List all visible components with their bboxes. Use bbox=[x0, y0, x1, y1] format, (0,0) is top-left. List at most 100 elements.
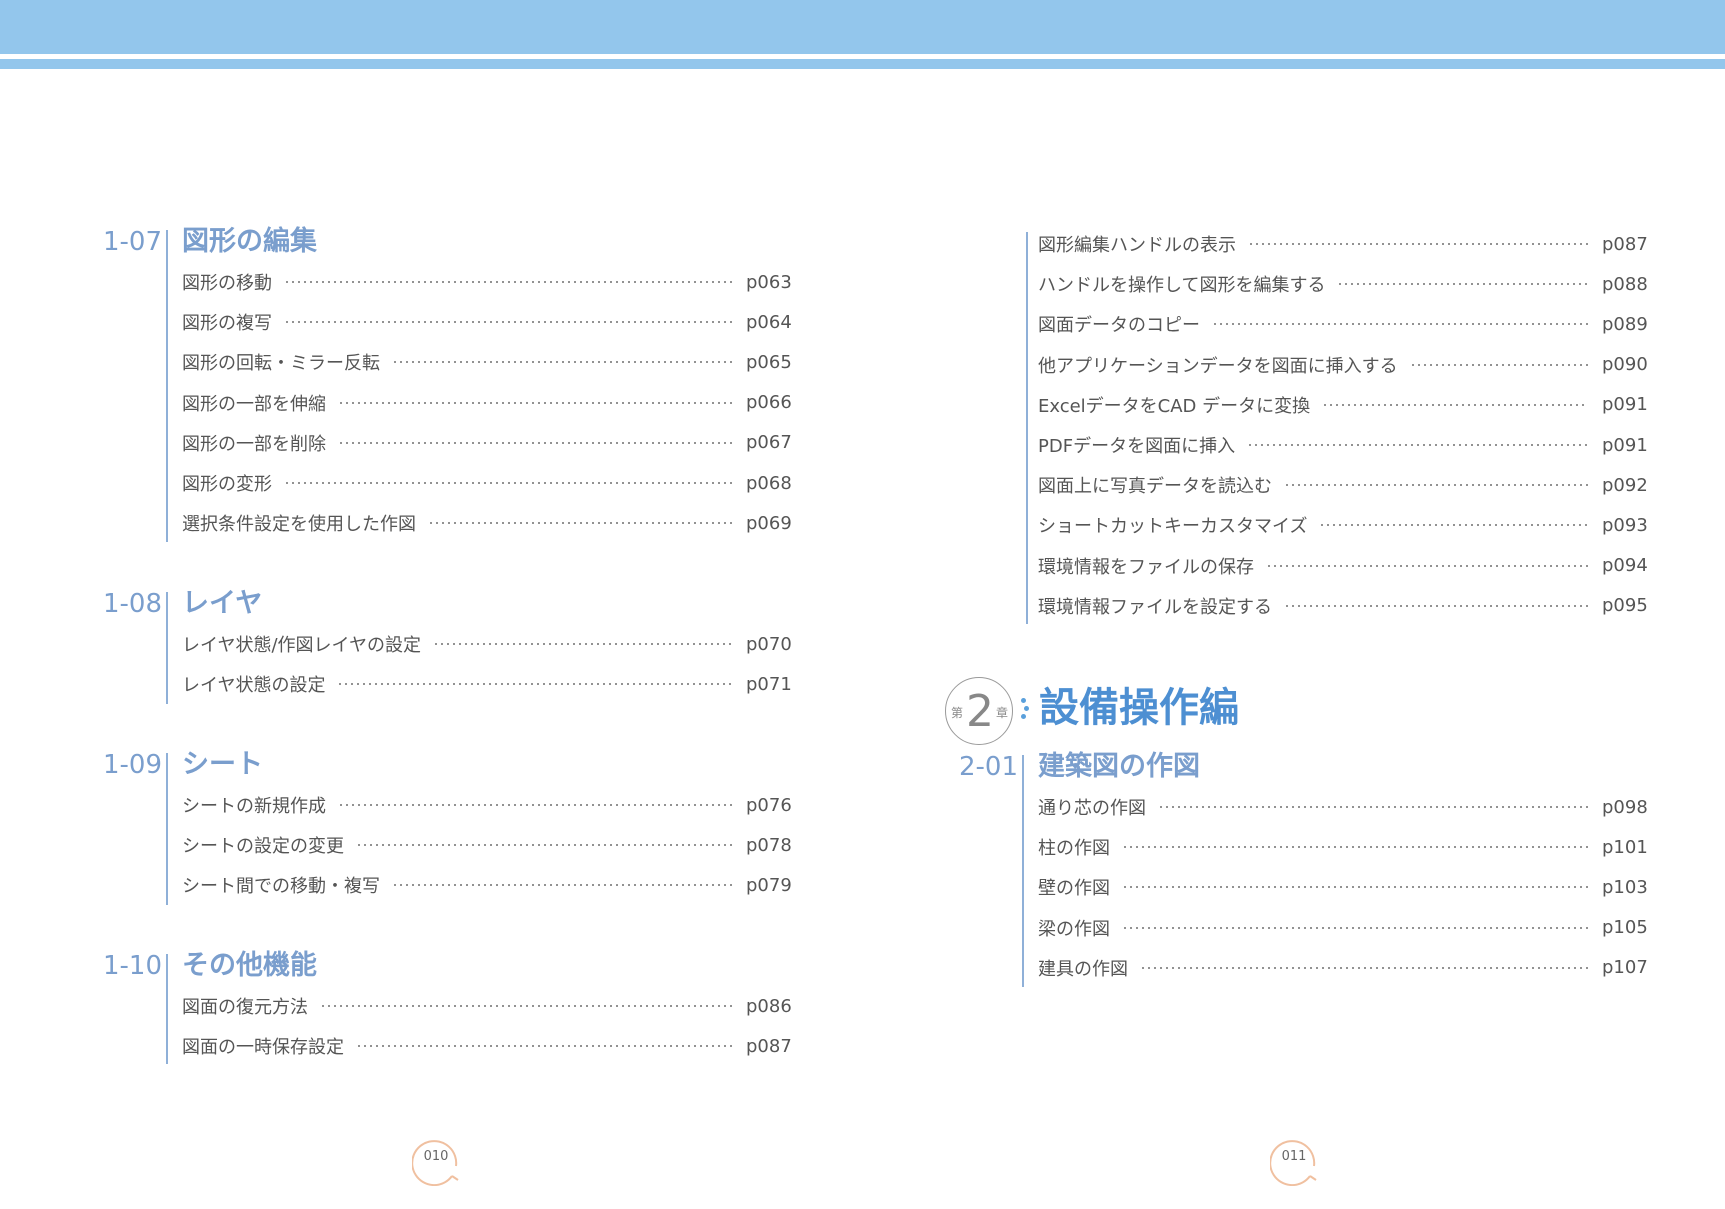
section-number: 2-01 bbox=[958, 752, 1018, 782]
toc-entry[interactable]: 図形の複写 p064 bbox=[182, 302, 792, 342]
toc-section-1-07: 1-07 図形の編集 図形の移動 p063 図形の複写 p064 図形の回転・ミラー… bbox=[100, 222, 792, 543]
page-number-text: 011 bbox=[1281, 1149, 1307, 1164]
toc-entry-page: p078 bbox=[746, 834, 792, 856]
toc-entry[interactable]: ショートカットキーカスタマイズ p093 bbox=[1038, 505, 1648, 545]
section-number: 1-09 bbox=[102, 750, 162, 780]
toc-entry-page: p091 bbox=[1602, 394, 1648, 416]
toc-entry[interactable]: 図面データのコピー p089 bbox=[1038, 304, 1648, 344]
toc-entry-label: シート間での移動・複写 bbox=[182, 876, 380, 898]
toc-entry[interactable]: 壁の作図 p103 bbox=[1038, 867, 1648, 907]
toc-entry-page: p067 bbox=[746, 432, 792, 454]
section-bar bbox=[166, 954, 168, 1064]
toc-entry-label: 図形の複写 bbox=[182, 313, 272, 335]
toc-entry[interactable]: ExcelデータをCAD データに変換 p091 bbox=[1038, 385, 1648, 425]
toc-entry[interactable]: 建具の作図 p107 bbox=[1038, 948, 1648, 988]
toc-entry[interactable]: 梁の作図 p105 bbox=[1038, 908, 1648, 948]
section-bar bbox=[1026, 232, 1028, 624]
toc-entry-page: p070 bbox=[746, 633, 792, 655]
leader-dots bbox=[1337, 283, 1588, 286]
toc-entry-page: p105 bbox=[1602, 917, 1648, 939]
toc-entry[interactable]: シートの新規作成 p076 bbox=[182, 785, 792, 825]
toc-entry-label: ハンドルを操作して図形を編集する bbox=[1038, 275, 1326, 297]
leader-dots bbox=[432, 643, 732, 646]
section-number: 1-08 bbox=[102, 589, 162, 619]
leader-dots bbox=[338, 401, 732, 404]
toc-entry-page: p094 bbox=[1602, 555, 1648, 577]
toc-entry-page: p089 bbox=[1602, 313, 1648, 335]
toc-entry[interactable]: 環境情報をファイルの保存 p094 bbox=[1038, 546, 1648, 586]
toc-entry[interactable]: 図形編集ハンドルの表示 p087 bbox=[1038, 224, 1648, 264]
leader-dots bbox=[1284, 484, 1588, 487]
toc-entry-label: 図形編集ハンドルの表示 bbox=[1038, 235, 1236, 257]
toc-section-1-08: 1-08 レイヤ レイヤ状態/作図レイヤの設定 p070 レイヤ状態の設定 p071 bbox=[100, 584, 792, 704]
leader-dots bbox=[320, 1005, 732, 1008]
toc-entry[interactable]: 図形の移動 p063 bbox=[182, 262, 792, 302]
section-title: 建築図の作図 bbox=[1038, 751, 1200, 782]
toc-entry[interactable]: 図形の一部を伸縮 p066 bbox=[182, 383, 792, 423]
toc-entry-label: 他アプリケーションデータを図面に挿入する bbox=[1038, 355, 1398, 377]
toc-entry[interactable]: シートの設定の変更 p078 bbox=[182, 825, 792, 865]
header-stripe bbox=[0, 59, 1725, 69]
toc-entry[interactable]: 図形の一部を削除 p067 bbox=[182, 423, 792, 463]
leader-dots bbox=[1322, 403, 1588, 406]
toc-entry-page: p071 bbox=[746, 673, 792, 695]
leader-dots bbox=[1409, 363, 1588, 366]
chapter-heading: 第 2 章 設備操作編 bbox=[945, 674, 1445, 748]
page-number-text: 010 bbox=[423, 1149, 449, 1164]
toc-entry[interactable]: 環境情報ファイルを設定する p095 bbox=[1038, 586, 1648, 626]
toc-entry[interactable]: 柱の作図 p101 bbox=[1038, 827, 1648, 867]
leader-dots bbox=[1212, 323, 1588, 326]
toc-entry-page: p087 bbox=[746, 1035, 792, 1057]
leader-dots bbox=[1122, 886, 1588, 889]
toc-entry[interactable]: シート間での移動・複写 p079 bbox=[182, 865, 792, 905]
toc-entry-page: p066 bbox=[746, 392, 792, 414]
toc-entry[interactable]: レイヤ状態/作図レイヤの設定 p070 bbox=[182, 624, 792, 664]
toc-entry-page: p079 bbox=[746, 874, 792, 896]
section-bar bbox=[166, 592, 168, 704]
toc-entry[interactable]: 選択条件設定を使用した作図 p069 bbox=[182, 503, 792, 543]
toc-entry-page: p087 bbox=[1602, 233, 1648, 255]
toc-entry-label: 図形の移動 bbox=[182, 273, 272, 295]
leader-dots bbox=[284, 281, 732, 284]
leader-dots bbox=[284, 321, 732, 324]
leader-dots bbox=[338, 441, 732, 444]
toc-entry-label: シートの新規作成 bbox=[182, 796, 326, 818]
toc-entry-label: 図面の一時保存設定 bbox=[182, 1037, 344, 1059]
toc-entry-label: 環境情報ファイルを設定する bbox=[1038, 596, 1272, 618]
toc-entry[interactable]: 通り芯の作図 p098 bbox=[1038, 787, 1648, 827]
page-number-left: 010 bbox=[412, 1138, 472, 1186]
toc-entry-label: 建具の作図 bbox=[1038, 958, 1128, 980]
section-number: 1-07 bbox=[102, 227, 162, 257]
section-bar bbox=[166, 230, 168, 542]
leader-dots bbox=[1319, 524, 1588, 527]
toc-entry-label: 柱の作図 bbox=[1038, 838, 1110, 860]
leader-dots bbox=[1248, 243, 1588, 246]
chapter-title: 設備操作編 bbox=[1039, 685, 1239, 731]
toc-entry-page: p092 bbox=[1602, 474, 1648, 496]
toc-entry-page: p068 bbox=[746, 472, 792, 494]
toc-entry[interactable]: 他アプリケーションデータを図面に挿入する p090 bbox=[1038, 345, 1648, 385]
leader-dots bbox=[428, 522, 732, 525]
toc-entry[interactable]: 図面の復元方法 p086 bbox=[182, 986, 792, 1026]
section-title: シート bbox=[182, 749, 263, 780]
toc-entry-label: シートの設定の変更 bbox=[182, 836, 344, 858]
toc-entry-page: p090 bbox=[1602, 354, 1648, 376]
toc-entry[interactable]: レイヤ状態の設定 p071 bbox=[182, 664, 792, 704]
colon-dots-icon bbox=[1021, 696, 1029, 722]
toc-entry-label: 図形の回転・ミラー反転 bbox=[182, 353, 380, 375]
section-bar bbox=[166, 753, 168, 905]
leader-dots bbox=[1266, 564, 1588, 567]
toc-entry[interactable]: 図形の回転・ミラー反転 p065 bbox=[182, 342, 792, 382]
toc-entry[interactable]: PDFデータを図面に挿入 p091 bbox=[1038, 425, 1648, 465]
toc-entry[interactable]: 図面上に写真データを読込む p092 bbox=[1038, 465, 1648, 505]
toc-entry-page: p093 bbox=[1602, 514, 1648, 536]
toc-entry-page: p107 bbox=[1602, 957, 1648, 979]
toc-entry[interactable]: 図面の一時保存設定 p087 bbox=[182, 1026, 792, 1066]
toc-entry[interactable]: 図形の変形 p068 bbox=[182, 463, 792, 503]
toc-entry[interactable]: ハンドルを操作して図形を編集する p088 bbox=[1038, 264, 1648, 304]
section-title: 図形の編集 bbox=[182, 226, 317, 257]
toc-entry-page: p069 bbox=[746, 512, 792, 534]
toc-entry-label: レイヤ状態/作図レイヤの設定 bbox=[182, 635, 421, 657]
toc-entry-page: p091 bbox=[1602, 434, 1648, 456]
toc-entry-label: 図形の一部を伸縮 bbox=[182, 393, 326, 415]
